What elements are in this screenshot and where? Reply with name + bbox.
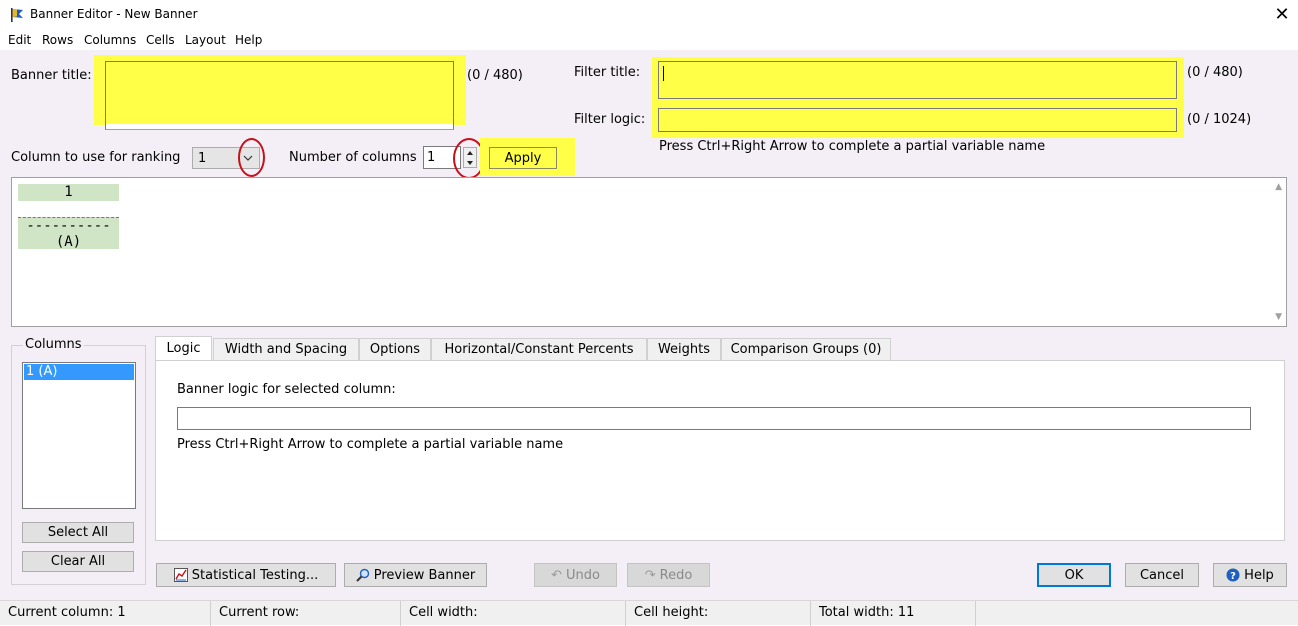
status-total-width: Total width: 11 <box>811 601 976 626</box>
banner-logic-input[interactable] <box>177 407 1251 430</box>
statistical-testing-button[interactable]: Statistical Testing... <box>156 563 336 587</box>
help-label: Help <box>1244 567 1274 583</box>
select-all-button[interactable]: Select All <box>22 522 134 543</box>
banner-title-counter: (0 / 480) <box>467 68 523 83</box>
ranking-value: 1 <box>198 151 207 166</box>
filter-logic-counter: (0 / 1024) <box>1187 112 1252 127</box>
filter-logic-hint: Press Ctrl+Right Arrow to complete a par… <box>659 139 1046 154</box>
banner-preview: 1 ---------- (A) ▲ ▼ <box>11 177 1287 327</box>
magnifier-icon <box>356 568 369 582</box>
menu-layout[interactable]: Layout <box>185 33 226 47</box>
help-icon: ? <box>1226 568 1240 582</box>
redo-label: Redo <box>659 567 693 583</box>
num-columns-label: Number of columns <box>289 150 417 165</box>
close-icon[interactable]: ✕ <box>1272 4 1292 26</box>
scroll-up-icon[interactable]: ▲ <box>1275 182 1282 192</box>
menu-rows[interactable]: Rows <box>42 33 73 47</box>
preview-divider: ---------- <box>26 218 111 234</box>
tab-horizontal-percents[interactable]: Horizontal/Constant Percents <box>431 338 647 361</box>
preview-banner-button[interactable]: Preview Banner <box>344 563 487 587</box>
columns-listbox[interactable]: 1 (A) <box>22 362 136 509</box>
status-bar: Current column: 1 Current row: Cell widt… <box>0 600 1298 626</box>
banner-logic-hint: Press Ctrl+Right Arrow to complete a par… <box>177 437 564 452</box>
preview-letter-cell[interactable]: ---------- (A) <box>18 217 119 250</box>
preview-banner-label: Preview Banner <box>373 567 476 583</box>
filter-title-input[interactable] <box>658 61 1177 99</box>
menu-edit[interactable]: Edit <box>8 33 31 47</box>
menu-bar: Edit Rows Columns Cells Layout Help <box>0 31 1298 50</box>
tab-width-spacing[interactable]: Width and Spacing <box>213 338 359 361</box>
tab-weights[interactable]: Weights <box>647 338 721 361</box>
menu-columns[interactable]: Columns <box>84 33 136 47</box>
tab-logic[interactable]: Logic <box>155 336 212 361</box>
redo-button[interactable]: ↷ Redo <box>627 563 710 587</box>
status-cell-width: Cell width: <box>401 601 626 626</box>
filter-logic-input[interactable] <box>658 108 1177 132</box>
tab-comparison-groups[interactable]: Comparison Groups (0) <box>721 338 891 361</box>
preview-header-cell[interactable]: 1 <box>18 184 119 201</box>
clear-all-button[interactable]: Clear All <box>22 551 134 572</box>
status-cell-height: Cell height: <box>626 601 811 626</box>
ranking-label: Column to use for ranking <box>11 150 181 165</box>
cancel-button[interactable]: Cancel <box>1125 563 1199 587</box>
logic-tab-panel: Banner logic for selected column: Press … <box>155 360 1285 541</box>
banner-title-input[interactable] <box>105 61 454 130</box>
tab-options[interactable]: Options <box>359 338 431 361</box>
preview-blank-cell <box>18 201 119 217</box>
num-columns-value: 1 <box>427 150 436 165</box>
preview-letter: (A) <box>55 234 82 250</box>
undo-icon: ↶ <box>551 567 562 583</box>
filter-title-counter: (0 / 480) <box>1187 65 1243 80</box>
menu-cells[interactable]: Cells <box>146 33 175 47</box>
status-current-column: Current column: 1 <box>0 601 211 626</box>
filter-title-label: Filter title: <box>574 65 641 80</box>
text-caret <box>663 66 664 81</box>
undo-button[interactable]: ↶ Undo <box>534 563 617 587</box>
undo-label: Undo <box>565 567 600 583</box>
menu-help[interactable]: Help <box>235 33 262 47</box>
ok-button[interactable]: OK <box>1037 563 1111 587</box>
help-button[interactable]: ? Help <box>1213 563 1287 587</box>
banner-title-label: Banner title: <box>11 68 92 83</box>
statistical-testing-label: Statistical Testing... <box>191 567 319 583</box>
banner-app-icon <box>11 8 23 22</box>
redo-icon: ↷ <box>644 567 656 583</box>
banner-logic-label: Banner logic for selected column: <box>177 382 396 397</box>
window-title: Banner Editor - New Banner <box>30 7 198 21</box>
list-item[interactable]: 1 (A) <box>24 364 134 380</box>
columns-group-title: Columns <box>23 337 84 352</box>
title-bar: Banner Editor - New Banner ✕ <box>0 0 1298 31</box>
scroll-down-icon[interactable]: ▼ <box>1275 312 1282 322</box>
svg-text:?: ? <box>1230 571 1236 582</box>
status-current-row: Current row: <box>211 601 401 626</box>
apply-button[interactable]: Apply <box>489 147 557 169</box>
chart-icon <box>173 568 188 582</box>
annotation-circle-ranking <box>238 138 265 177</box>
filter-logic-label: Filter logic: <box>574 112 646 127</box>
